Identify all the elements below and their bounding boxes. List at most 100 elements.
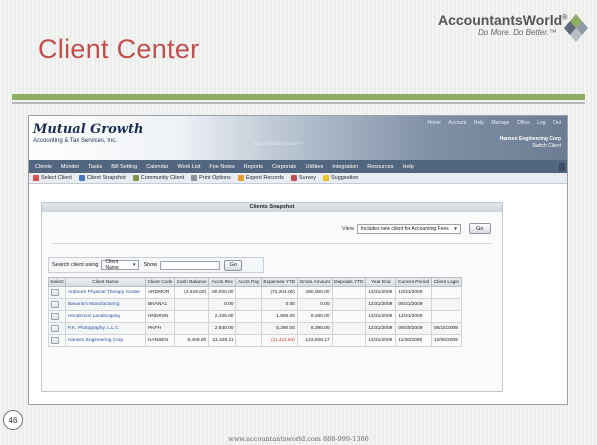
col-gross-amount[interactable]: Gross Amount: [296, 277, 333, 287]
col-expenses-ytd[interactable]: Expenses YTD: [260, 277, 298, 287]
client-code: ARDMOR: [144, 286, 176, 299]
col-deposits-ytd[interactable]: Deposits YTD: [331, 277, 367, 287]
top-link-out[interactable]: Out: [553, 120, 561, 126]
expenses-ytd: 0.00: [260, 298, 298, 311]
toolbar-print-options[interactable]: Print Options: [191, 175, 231, 181]
snapshot-icon: [78, 175, 85, 181]
col-select[interactable]: Select: [48, 277, 66, 287]
client-name-link[interactable]: Hansen Engineering Corp: [64, 334, 146, 347]
menu-corporate[interactable]: Corporate: [272, 164, 296, 170]
col-client-name[interactable]: Client Name: [64, 277, 146, 287]
top-link-manage[interactable]: Manage: [491, 120, 509, 126]
row-select[interactable]: [48, 322, 66, 335]
accountantsworld-logo: AccountantsWorld® Do More. Do Better.™: [438, 12, 590, 48]
accts-rec: 2,105.00: [208, 310, 237, 323]
menu-monitor[interactable]: Monitor: [61, 164, 79, 170]
view-label: View: [342, 225, 354, 232]
app-header: Mutual Growth Accounting & Tax Services,…: [29, 116, 567, 160]
col-cash-balance[interactable]: Cash Balance: [174, 277, 210, 287]
select-row-button[interactable]: [51, 289, 59, 296]
diamond-logo-icon: [564, 14, 588, 42]
top-link-help[interactable]: Help: [474, 120, 484, 126]
toolbar-suggestion[interactable]: Suggestion: [322, 175, 359, 181]
page-number-badge: 46: [3, 410, 23, 430]
col-accts-rec[interactable]: Accts Rec: [208, 277, 237, 287]
col-year-end[interactable]: Year End: [365, 277, 397, 287]
top-link-log[interactable]: Log: [537, 120, 545, 126]
view-go-button[interactable]: Go: [468, 223, 491, 234]
accts-pay: [235, 322, 262, 335]
divider-gray: [12, 102, 585, 104]
year-end: 12/31/2009: [365, 310, 397, 323]
client-name-link[interactable]: P.K. Photography, L.L.C: [64, 322, 146, 335]
table-row: Ardmore Physical Therapy Center ARDMOR (…: [48, 286, 463, 299]
toolbar-select-client[interactable]: Select Client: [33, 175, 72, 181]
client-login: 06/15/2009: [430, 322, 463, 335]
client-search-bar: Search client using Client Name ▾ Show G…: [48, 257, 264, 273]
client-name-link[interactable]: Ardmore Physical Therapy Center: [64, 286, 146, 299]
col-client-login[interactable]: Client Login: [430, 277, 463, 287]
top-link-account[interactable]: Account: [448, 120, 466, 126]
switch-client-link[interactable]: Switch Client: [500, 143, 561, 150]
chevron-down-icon: ▾: [132, 262, 136, 268]
current-period: 09/30/2009: [395, 322, 432, 335]
menu-integration[interactable]: Integration: [332, 164, 358, 170]
menu-utilities[interactable]: Utilities: [305, 164, 323, 170]
deposits-ytd: [331, 298, 367, 311]
menu-help[interactable]: Help: [403, 164, 414, 170]
menu-clients[interactable]: Clients: [35, 164, 52, 170]
select-row-button[interactable]: [51, 337, 59, 344]
search-go-button[interactable]: Go: [224, 259, 243, 271]
select-row-button[interactable]: [51, 301, 59, 308]
row-select[interactable]: [48, 310, 66, 323]
logo-tagline: Do More. Do Better.™: [478, 28, 557, 37]
row-select[interactable]: [48, 334, 66, 347]
suggestion-icon: [322, 175, 329, 181]
menu-calendar[interactable]: Calendar: [146, 164, 168, 170]
expenses-ytd: (11,411.84): [260, 334, 298, 347]
gross-amount: 8,250.00: [296, 310, 333, 323]
col-accts-pay[interactable]: Accts Pay: [235, 277, 262, 287]
top-links: Home Account Help Manage Office Log Out: [421, 120, 561, 126]
menu-bill-setting[interactable]: Bill Setting: [111, 164, 137, 170]
expenses-ytd: 1,800.00: [260, 310, 298, 323]
chevron-down-icon: ▾: [454, 225, 457, 232]
current-client: Hansen Engineering Corp Switch Client: [500, 136, 561, 150]
toolbar-survey[interactable]: Survey: [290, 175, 316, 181]
menu-fee-notes[interactable]: Fee Notes: [209, 164, 234, 170]
col-current-period[interactable]: Current Period: [395, 277, 432, 287]
search-field-select[interactable]: Client Name ▾: [101, 259, 140, 271]
accts-pay: [235, 310, 262, 323]
col-client-code[interactable]: Client Code: [144, 277, 176, 287]
current-client-name: Hansen Engineering Corp: [499, 136, 561, 142]
top-link-office[interactable]: Office: [517, 120, 530, 126]
client-name-link[interactable]: Henderson Landscaping: [64, 310, 146, 323]
row-select[interactable]: [48, 298, 66, 311]
deposits-ytd: [331, 286, 367, 299]
toolbar-community-client[interactable]: Community Client: [132, 175, 184, 181]
toolbar-export-records[interactable]: Export Records: [237, 175, 284, 181]
client-login: [430, 310, 463, 323]
firm-logo: Mutual Growth Accounting & Tax Services,…: [33, 122, 143, 144]
client-name-link[interactable]: Banana's Manufacturing: [64, 298, 146, 311]
row-select[interactable]: [48, 286, 66, 299]
footer-contact: www.accountantsworld.com 888-999-1366: [228, 435, 369, 443]
deposits-ytd: [331, 322, 367, 335]
search-input[interactable]: [160, 260, 221, 270]
view-select[interactable]: Includes new client for Accounting Fees …: [356, 223, 461, 234]
menu-reports[interactable]: Reports: [244, 164, 263, 170]
current-period: 12/31/2009: [395, 310, 432, 323]
select-row-button[interactable]: [51, 313, 59, 320]
toolbar-client-snapshot[interactable]: Client Snapshot: [78, 175, 126, 181]
slide: Client Center AccountantsWorld® Do More.…: [0, 0, 597, 445]
year-end: 12/31/2009: [365, 322, 397, 335]
menu-tasks[interactable]: Tasks: [88, 164, 102, 170]
menu-scroll-handle[interactable]: [559, 162, 565, 171]
select-row-button[interactable]: [51, 325, 59, 332]
menu-work-list[interactable]: Work List: [178, 164, 201, 170]
panel-title: Clients Snapshot: [42, 203, 502, 212]
top-link-home[interactable]: Home: [427, 120, 440, 126]
current-period: 05/31/2009: [395, 298, 432, 311]
client-code: BNANA1: [144, 298, 176, 311]
menu-resources[interactable]: Resources: [367, 164, 393, 170]
